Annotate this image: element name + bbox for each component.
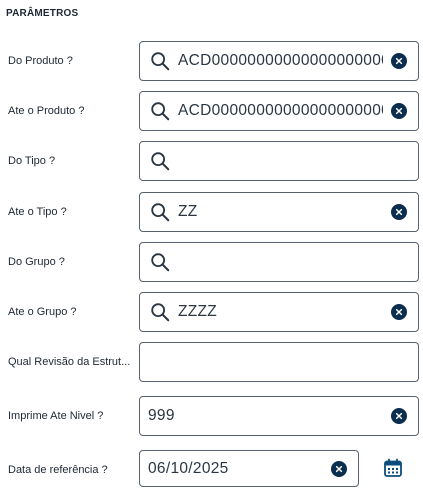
- field-row-ate-o-tipo: Ate o Tipo ? ZZ: [0, 192, 423, 232]
- field-row-do-grupo: Do Grupo ?: [0, 242, 423, 282]
- search-icon[interactable]: [142, 243, 178, 281]
- calendar-icon[interactable]: [383, 458, 403, 478]
- ate-o-produto-label: Ate o Produto ?: [8, 105, 85, 117]
- search-icon[interactable]: [142, 293, 178, 331]
- field-row-ate-o-produto: Ate o Produto ? ACD000000000000000000000…: [0, 91, 423, 131]
- clear-icon[interactable]: [391, 53, 407, 69]
- do-produto-input[interactable]: ACD00000000000000000000000000: [139, 41, 419, 81]
- data-referencia-value: 06/10/2025: [148, 459, 229, 477]
- clear-icon[interactable]: [391, 204, 407, 220]
- qual-revisao-label: Qual Revisão da Estrut...: [8, 356, 130, 368]
- do-tipo-label: Do Tipo ?: [8, 155, 56, 167]
- clear-icon[interactable]: [391, 408, 407, 424]
- field-row-imprime-ate-nivel: Imprime Ate Nivel ? 999: [0, 396, 423, 436]
- search-icon[interactable]: [142, 142, 178, 180]
- ate-o-tipo-input[interactable]: ZZ: [139, 192, 419, 232]
- field-row-qual-revisao: Qual Revisão da Estrut...: [0, 342, 423, 382]
- clear-icon[interactable]: [391, 103, 407, 119]
- ate-o-tipo-label: Ate o Tipo ?: [8, 206, 67, 218]
- data-referencia-input[interactable]: 06/10/2025: [139, 450, 359, 487]
- do-grupo-input[interactable]: [139, 242, 419, 282]
- field-row-do-tipo: Do Tipo ?: [0, 141, 423, 181]
- section-title: PARÂMETROS: [6, 8, 79, 19]
- do-produto-label: Do Produto ?: [8, 55, 73, 67]
- ate-o-tipo-value: ZZ: [178, 203, 198, 220]
- ate-o-grupo-value: ZZZZ: [178, 303, 218, 320]
- data-referencia-label: Data de referência ?: [8, 464, 108, 476]
- clear-icon[interactable]: [331, 460, 347, 477]
- search-icon[interactable]: [142, 193, 178, 231]
- field-row-data-referencia: Data de referência ? 06/10/2025: [0, 450, 423, 490]
- ate-o-produto-value: ACD00000000000000000000000000: [178, 102, 383, 119]
- field-row-ate-o-grupo: Ate o Grupo ? ZZZZ: [0, 292, 423, 332]
- clear-icon[interactable]: [391, 304, 407, 320]
- search-icon[interactable]: [142, 42, 178, 80]
- ate-o-grupo-input[interactable]: ZZZZ: [139, 292, 419, 332]
- field-row-do-produto: Do Produto ? ACD000000000000000000000000…: [0, 41, 423, 81]
- imprime-ate-nivel-value: 999: [148, 407, 175, 424]
- imprime-ate-nivel-input[interactable]: 999: [139, 396, 419, 436]
- imprime-ate-nivel-label: Imprime Ate Nivel ?: [8, 410, 104, 422]
- do-produto-value: ACD00000000000000000000000000: [178, 52, 383, 69]
- qual-revisao-input[interactable]: [139, 342, 419, 382]
- do-tipo-input[interactable]: [139, 141, 419, 181]
- do-grupo-label: Do Grupo ?: [8, 256, 65, 268]
- ate-o-grupo-label: Ate o Grupo ?: [8, 306, 77, 318]
- ate-o-produto-input[interactable]: ACD00000000000000000000000000: [139, 91, 419, 131]
- search-icon[interactable]: [142, 92, 178, 130]
